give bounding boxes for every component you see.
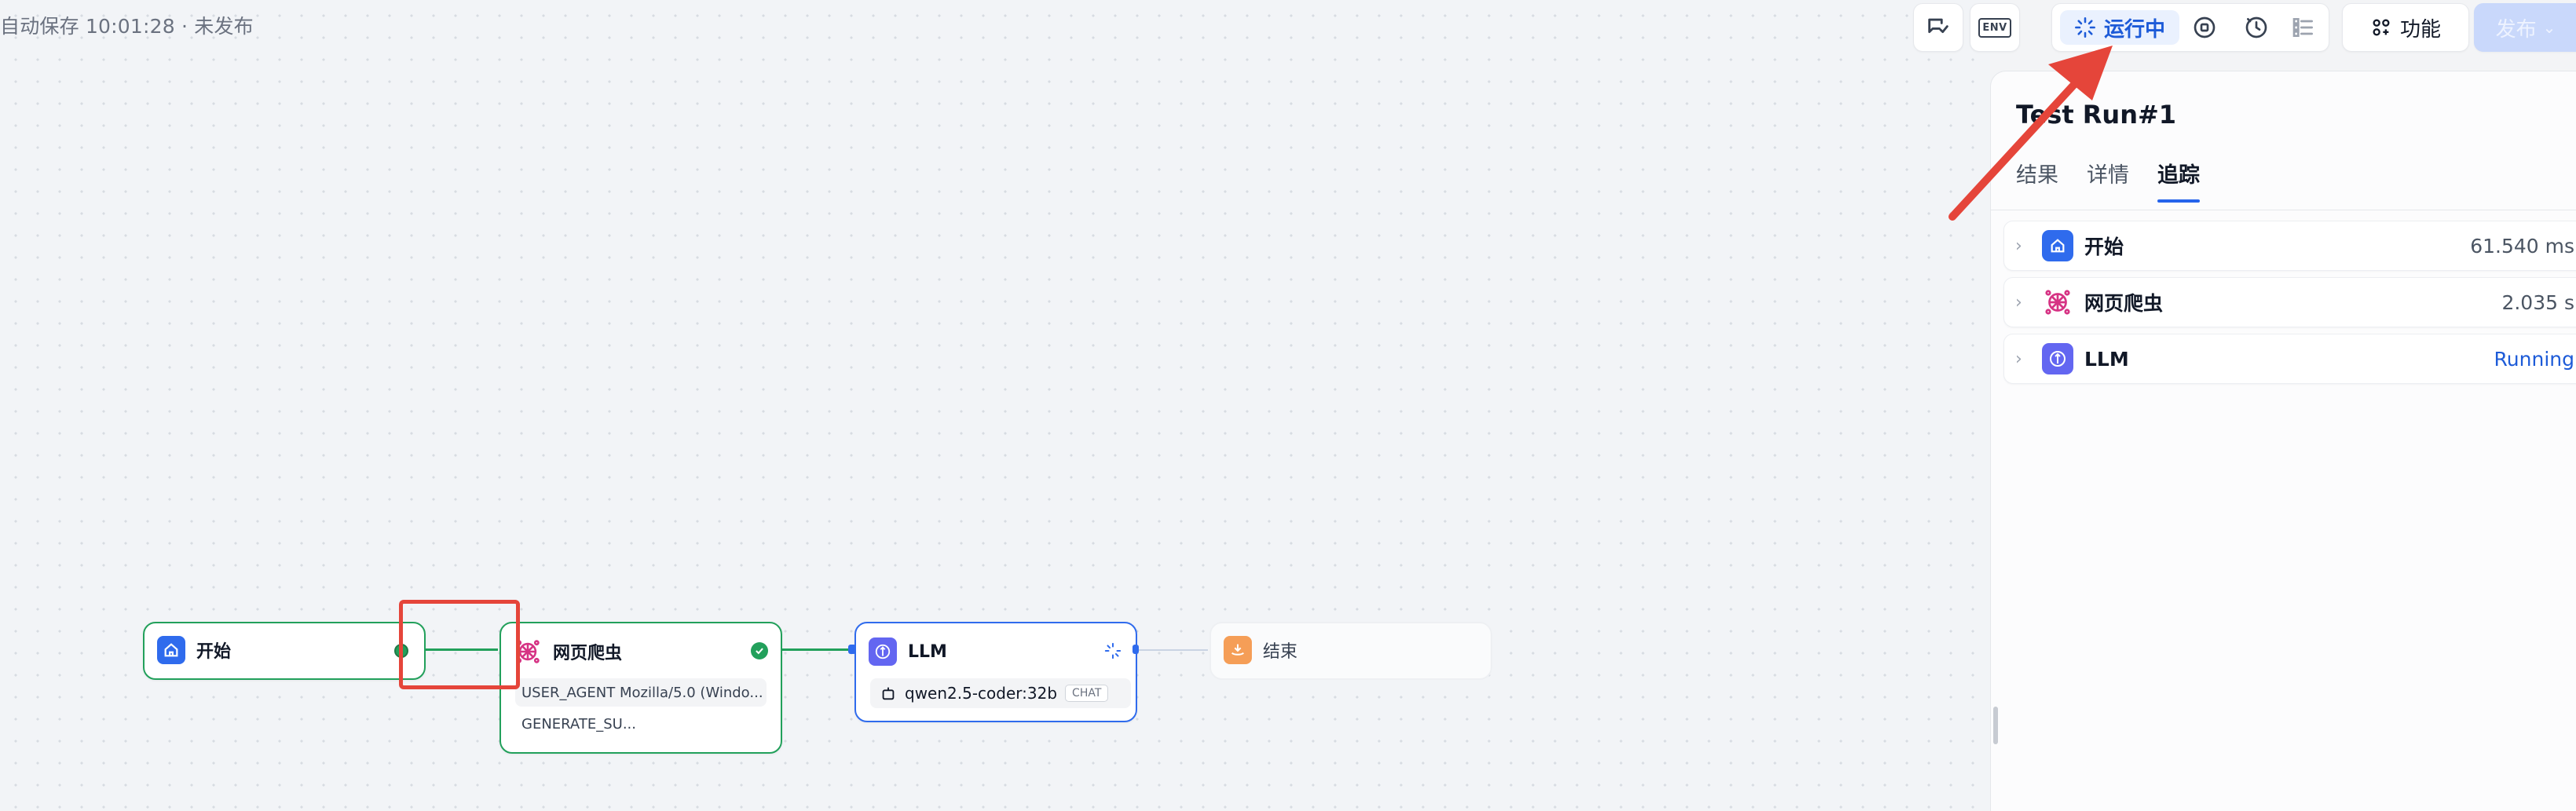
annotation-arrow-icon	[1948, 46, 2113, 221]
